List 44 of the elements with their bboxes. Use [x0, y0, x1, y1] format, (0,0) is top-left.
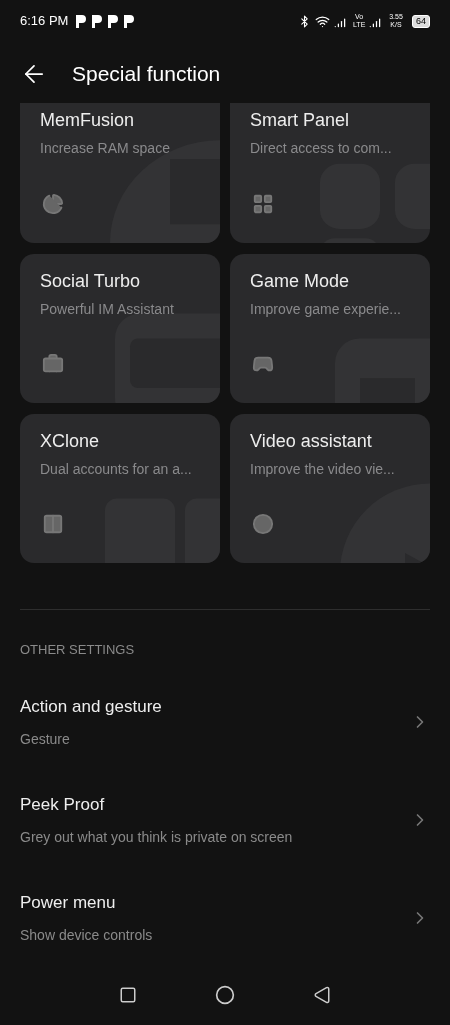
card-subtitle: Increase RAM space: [40, 138, 170, 158]
columns-icon: [42, 512, 64, 535]
item-title: Peek Proof: [20, 794, 106, 817]
feature-card[interactable]: Video assistant Improve the video vie...: [230, 413, 430, 563]
back-nav-button[interactable]: [313, 986, 331, 1004]
card-subtitle: Improve game experie...: [250, 299, 401, 319]
notification-icon: [76, 14, 87, 28]
battery-indicator: 64: [412, 14, 430, 28]
item-title: Power menu: [20, 892, 117, 915]
feature-card[interactable]: Social Turbo Powerful IM Assistant: [20, 253, 220, 403]
settings-item[interactable]: Action and gesture Gesture: [0, 673, 450, 771]
section-label: OTHER SETTINGS: [19, 640, 136, 659]
feature-card[interactable]: XClone Dual accounts for an a...: [20, 413, 220, 563]
pie-chart-icon: [42, 192, 64, 215]
page-title: Special function: [72, 61, 221, 87]
card-subtitle: Dual accounts for an a...: [40, 459, 192, 479]
bluetooth-icon: [298, 14, 311, 28]
card-title: Smart Panel: [250, 108, 350, 132]
home-button[interactable]: [215, 985, 235, 1005]
card-title: Video assistant: [250, 429, 372, 453]
card-title: XClone: [40, 429, 100, 453]
item-title: Action and gesture: [20, 696, 162, 719]
card-title: Game Mode: [250, 269, 350, 293]
card-title: MemFusion: [40, 108, 135, 132]
notification-icon: [124, 14, 135, 28]
card-title: Social Turbo: [40, 269, 141, 293]
grid-icon: [252, 192, 274, 215]
item-subtitle: Grey out what you think is private on screen: [20, 827, 293, 847]
briefcase-icon: [42, 352, 64, 375]
settings-item[interactable]: Peek Proof Grey out what you think is private on screen: [0, 771, 450, 869]
item-subtitle: Show device controls: [20, 925, 153, 945]
feature-card[interactable]: Game Mode Improve game experie...: [230, 253, 430, 403]
item-subtitle: Gesture: [20, 729, 71, 749]
recents-button[interactable]: [119, 986, 137, 1004]
feature-card[interactable]: MemFusion Increase RAM space: [20, 102, 220, 243]
settings-item[interactable]: Power menu Show device controls: [0, 869, 450, 967]
card-subtitle: Direct access to com...: [250, 138, 392, 158]
status-time: 6:16 PM: [20, 12, 69, 31]
wifi-icon: [315, 13, 330, 29]
feature-card[interactable]: Smart Panel Direct access to com...: [230, 102, 430, 243]
card-subtitle: Powerful IM Assistant: [40, 299, 174, 319]
card-subtitle: Improve the video vie...: [250, 459, 395, 479]
notification-icon: [108, 14, 119, 28]
notification-icon: [92, 14, 103, 28]
